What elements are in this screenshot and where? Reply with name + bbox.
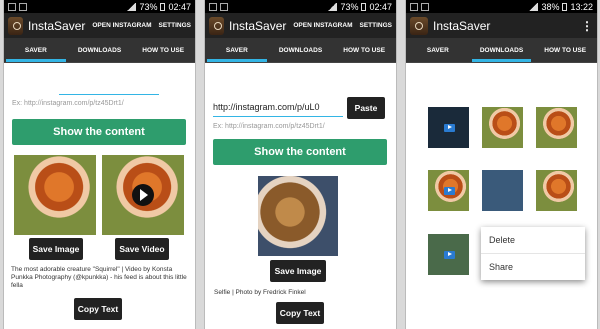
post-caption: Selfie | Photo by Fredrick Finkel: [214, 289, 306, 296]
downloads-grid: [406, 62, 597, 329]
video-preview[interactable]: [102, 155, 184, 235]
signal-icon: [528, 2, 539, 11]
notification-icon: [410, 2, 418, 11]
app-bar: InstaSaver OPEN INSTAGRAM SETTINGS: [205, 13, 396, 38]
tab-saver[interactable]: SAVER: [205, 38, 269, 62]
signal-icon: [327, 2, 338, 11]
tab-downloads[interactable]: DOWNLOADS: [470, 38, 534, 62]
app-title: InstaSaver: [28, 18, 86, 33]
tab-bar: SAVER DOWNLOADS HOW TO USE: [205, 38, 396, 63]
status-bar: 38% 13:22: [406, 0, 597, 13]
phone-screen-downloads: 38% 13:22 InstaSaver ⋮ SAVER DOWNLOADS H…: [405, 0, 598, 329]
clock: 02:47: [168, 1, 191, 12]
save-image-button[interactable]: Save Image: [29, 238, 83, 260]
paste-button[interactable]: Paste: [347, 97, 385, 119]
camera-logo-icon: [209, 16, 224, 35]
signal-icon: [126, 2, 137, 11]
url-input[interactable]: [59, 88, 159, 95]
tab-saver[interactable]: SAVER: [4, 38, 68, 62]
tab-how-to-use[interactable]: HOW TO USE: [533, 38, 597, 62]
download-thumbnail[interactable]: [482, 170, 523, 211]
settings-button[interactable]: SETTINGS: [359, 22, 392, 29]
notification-icon: [209, 2, 217, 11]
battery-icon: [160, 2, 166, 11]
download-thumbnail[interactable]: [428, 170, 469, 211]
phone-screen-saver-squirrel: 73% 02:47 InstaSaver OPEN INSTAGRAM SETT…: [3, 0, 196, 329]
video-badge-icon: [443, 186, 455, 195]
download-thumbnail[interactable]: [428, 107, 469, 148]
url-hint: Ex: http://instagram.com/p/tz45Drt1/: [12, 100, 124, 107]
tab-how-to-use[interactable]: HOW TO USE: [131, 38, 195, 62]
download-thumbnail[interactable]: [428, 234, 469, 275]
battery-percent: 73%: [340, 1, 359, 12]
url-input[interactable]: http://instagram.com/p/uL0: [213, 102, 343, 117]
show-content-button[interactable]: Show the content: [12, 119, 186, 145]
save-image-button[interactable]: Save Image: [270, 260, 326, 282]
image-preview: [14, 155, 96, 235]
tab-saver[interactable]: SAVER: [406, 38, 470, 62]
tab-downloads[interactable]: DOWNLOADS: [68, 38, 132, 62]
download-thumbnail[interactable]: [536, 107, 577, 148]
clock: 02:47: [369, 1, 392, 12]
app-bar: InstaSaver ⋮: [406, 13, 597, 38]
tab-bar: SAVER DOWNLOADS HOW TO USE: [406, 38, 597, 63]
overflow-menu-icon[interactable]: ⋮: [581, 19, 593, 33]
delete-menu-item[interactable]: Delete: [481, 227, 585, 254]
notification-icon: [8, 2, 16, 11]
notification-icon: [220, 2, 228, 11]
copy-text-button[interactable]: Copy Text: [276, 302, 324, 324]
status-bar: 73% 02:47: [205, 0, 396, 13]
battery-icon: [562, 2, 568, 11]
app-title: InstaSaver: [433, 18, 491, 33]
clock: 13:22: [570, 1, 593, 12]
open-instagram-button[interactable]: OPEN INSTAGRAM: [293, 22, 352, 29]
open-instagram-button[interactable]: OPEN INSTAGRAM: [92, 22, 151, 29]
notification-icon: [421, 2, 429, 11]
video-badge-icon: [443, 123, 455, 132]
tab-downloads[interactable]: DOWNLOADS: [269, 38, 333, 62]
image-preview: [258, 176, 338, 256]
notification-icon: [19, 2, 27, 11]
context-menu: Delete Share: [481, 227, 585, 280]
save-video-button[interactable]: Save Video: [115, 238, 169, 260]
url-hint: Ex: http://instagram.com/p/tz45Drt1/: [213, 123, 325, 130]
app-bar: InstaSaver OPEN INSTAGRAM SETTINGS: [4, 13, 195, 38]
settings-button[interactable]: SETTINGS: [158, 22, 191, 29]
battery-percent: 73%: [139, 1, 158, 12]
camera-logo-icon: [410, 16, 428, 35]
copy-text-button[interactable]: Copy Text: [74, 298, 122, 320]
share-menu-item[interactable]: Share: [481, 254, 585, 280]
battery-icon: [361, 2, 367, 11]
download-thumbnail[interactable]: [482, 107, 523, 148]
battery-percent: 38%: [541, 1, 560, 12]
show-content-button[interactable]: Show the content: [213, 139, 387, 165]
phone-screen-saver-lion: 73% 02:47 InstaSaver OPEN INSTAGRAM SETT…: [204, 0, 397, 329]
tab-how-to-use[interactable]: HOW TO USE: [332, 38, 396, 62]
camera-logo-icon: [8, 16, 23, 35]
app-title: InstaSaver: [229, 18, 287, 33]
video-badge-icon: [443, 250, 455, 259]
play-icon[interactable]: [132, 184, 154, 206]
post-caption: The most adorable creature "Squirrel" | …: [11, 266, 187, 290]
tab-bar: SAVER DOWNLOADS HOW TO USE: [4, 38, 195, 63]
status-bar: 73% 02:47: [4, 0, 195, 13]
download-thumbnail[interactable]: [536, 170, 577, 211]
